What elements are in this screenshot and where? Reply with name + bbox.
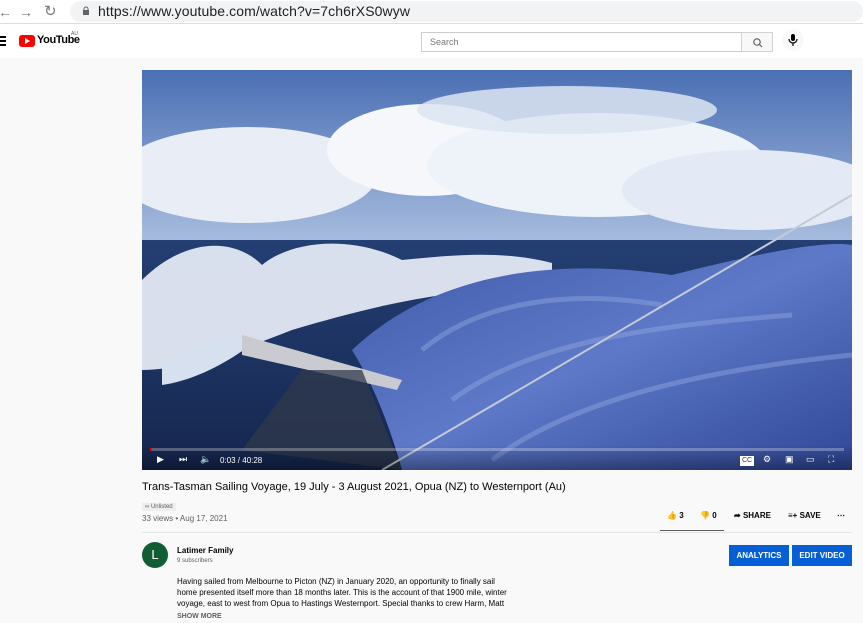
channel-avatar[interactable]: L [142, 542, 168, 568]
settings-icon[interactable]: ⚙ [763, 454, 771, 464]
microphone-icon [788, 34, 798, 46]
progress-bar[interactable] [150, 448, 844, 451]
description-line: voyage, east to west from Opua to Hastin… [177, 599, 505, 608]
address-bar[interactable]: https://www.youtube.com/watch?v=7ch6rXS0… [70, 1, 863, 22]
search-placeholder: Search [430, 37, 459, 47]
description-line: home presented itself more than 18 month… [177, 588, 507, 597]
captions-icon[interactable]: CC [740, 456, 755, 466]
analytics-button[interactable]: ANALYTICS [729, 545, 789, 566]
theater-icon[interactable]: ▭ [806, 454, 815, 464]
save-playlist-icon: ≡+ [788, 511, 800, 520]
views-date: 33 views • Aug 17, 2021 [142, 514, 228, 523]
rating-underline [660, 530, 724, 531]
edit-video-button[interactable]: EDIT VIDEO [792, 545, 852, 566]
thumbs-down-icon: 👎 [700, 511, 713, 520]
share-icon: ➦ [734, 511, 743, 520]
show-more-button[interactable]: SHOW MORE [177, 613, 222, 620]
more-icon[interactable]: ⋯ [837, 511, 845, 520]
video-description: Having sailed from Melbourne to Picton (… [177, 576, 522, 609]
menu-icon[interactable] [0, 36, 6, 48]
reload-icon[interactable]: ↻ [44, 3, 57, 21]
lock-icon [83, 6, 89, 15]
channel-name[interactable]: Latimer Family [177, 546, 233, 555]
subscriber-count: 9 subscribers [177, 558, 213, 564]
country-code: AU [71, 31, 78, 37]
next-icon[interactable]: ⏭ [179, 454, 187, 464]
search-input[interactable]: Search [421, 32, 742, 52]
browser-toolbar: ← → ↻ https://www.youtube.com/watch?v=7c… [0, 0, 863, 24]
save-button[interactable]: ≡+ SAVE [788, 511, 821, 520]
video-player[interactable]: ▶ ⏭ 🔈 0:03 / 40:28 CC ⚙ ▣ ▭ ⛶ [142, 70, 852, 470]
like-button[interactable]: 👍 3 [667, 511, 684, 520]
youtube-logo-icon [19, 35, 35, 47]
search-icon [753, 38, 763, 48]
microphone-button[interactable] [782, 29, 804, 51]
video-title: Trans-Tasman Sailing Voyage, 19 July - 3… [142, 481, 566, 493]
progress-fill [150, 448, 153, 451]
volume-icon[interactable]: 🔈 [200, 454, 211, 464]
thumbs-up-icon: 👍 [667, 511, 680, 520]
dislike-button[interactable]: 👎 0 [700, 511, 717, 520]
fullscreen-icon[interactable]: ⛶ [828, 454, 834, 464]
back-arrow-icon[interactable]: ← [0, 3, 12, 21]
youtube-header: YouTube AU Search [0, 24, 863, 58]
play-icon[interactable]: ▶ [157, 454, 164, 464]
player-controls: ▶ ⏭ 🔈 0:03 / 40:28 CC ⚙ ▣ ▭ ⛶ [142, 445, 852, 470]
video-metadata: Trans-Tasman Sailing Voyage, 19 July - 3… [142, 480, 852, 523]
search-button[interactable] [741, 32, 773, 52]
time-display: 0:03 / 40:28 [220, 456, 263, 465]
unlisted-badge: ∞ Unlisted [142, 503, 176, 511]
description-divider [142, 532, 852, 533]
description-line: Having sailed from Melbourne to Picton (… [177, 577, 495, 586]
share-button[interactable]: ➦ SHARE [734, 511, 771, 520]
miniplayer-icon[interactable]: ▣ [785, 454, 794, 464]
video-frame-image [142, 70, 852, 470]
forward-arrow-icon[interactable]: → [19, 3, 33, 21]
video-actions: 👍 3 👎 0 ➦ SHARE ≡+ SAVE ⋯ [667, 511, 857, 526]
url-text[interactable]: https://www.youtube.com/watch?v=7ch6rXS0… [98, 3, 410, 20]
